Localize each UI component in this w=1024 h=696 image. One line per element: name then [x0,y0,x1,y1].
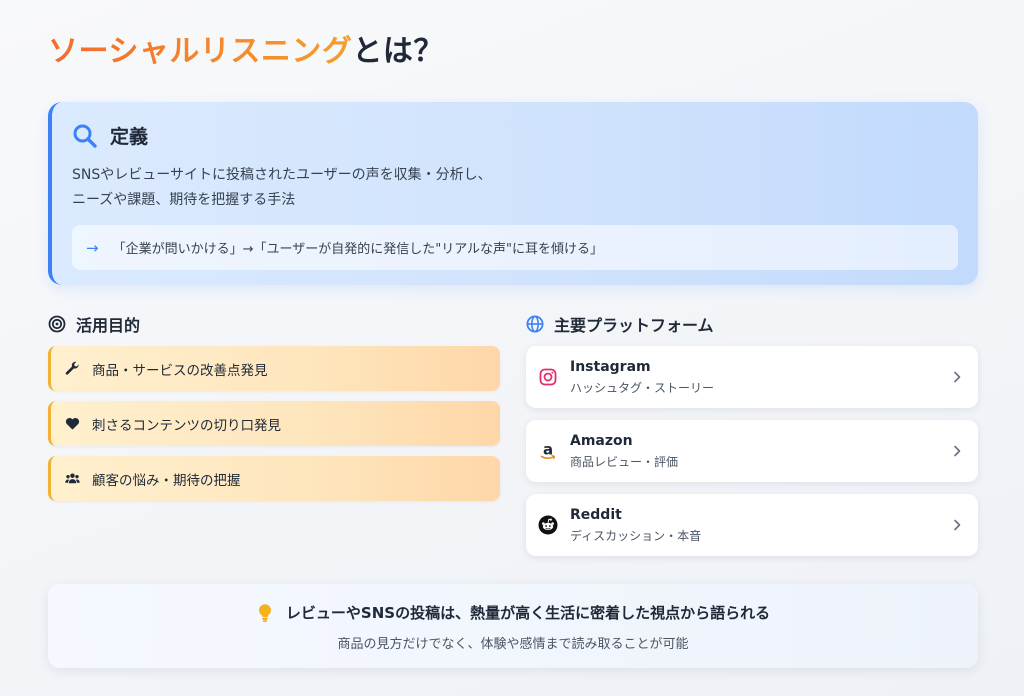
arrow-right-icon: → [86,238,99,257]
definition-body-line-1: SNSやレビューサイトに投稿されたユーザーの声を収集・分析し、 [72,167,492,183]
purpose-item-content: 刺さるコンテンツの切り口発見 [48,401,500,446]
instagram-icon [539,368,557,386]
platform-desc: ハッシュタグ・ストーリー [570,380,715,395]
insight-headline-row: レビューやSNSの投稿は、熱量が高く生活に密着した視点から語られる [48,602,978,623]
platform-desc: ディスカッション・本音 [570,528,702,543]
platforms-heading-row: 主要プラットフォーム [526,312,714,336]
definition-body-line-2: ニーズや課題、期待を把握する手法 [72,192,296,208]
globe-icon [526,315,544,333]
search-icon [73,124,97,148]
definition-card: 定義 SNSやレビューサイトに投稿されたユーザーの声を収集・分析し、 ニーズや課… [48,102,978,285]
insight-sub: 商品の見方だけでなく、体験や感情まで読み取ることが可能 [337,637,689,652]
platform-card-reddit[interactable]: Reddit ディスカッション・本音 [526,494,978,556]
platform-card-instagram[interactable]: Instagram ハッシュタグ・ストーリー [526,346,978,408]
platform-card-amazon[interactable]: a Amazon 商品レビュー・評価 [526,420,978,482]
wrench-icon [65,361,79,375]
definition-heading: 定義 [110,126,149,148]
amazon-icon: a [540,441,556,460]
users-icon [65,473,80,484]
purpose-item-improvement: 商品・サービスの改善点発見 [48,346,500,391]
platforms-heading: 主要プラットフォーム [554,316,714,335]
platform-name: Amazon [570,432,633,449]
heart-icon [65,417,80,430]
definition-header: 定義 [72,122,958,149]
chevron-right-icon [954,519,961,531]
page-title-accent: ソーシャルリスニング [48,34,353,69]
chevron-right-icon [954,445,961,457]
platform-desc: 商品レビュー・評価 [570,454,679,469]
target-icon [48,315,66,333]
purpose-heading: 活用目的 [76,316,141,335]
platform-name: Reddit [570,506,622,523]
platform-text: Instagram ハッシュタグ・ストーリー [570,359,950,396]
purpose-item-label: 顧客の悩み・期待の把握 [92,472,241,489]
purpose-heading-row: 活用目的 [48,312,140,336]
purpose-item-label: 商品・サービスの改善点発見 [92,362,268,379]
insight-card: レビューやSNSの投稿は、熱量が高く生活に密着した視点から語られる 商品の見方だ… [48,584,978,668]
definition-note: → 「企業が問いかける」→「ユーザーが自発的に発信した"リアルな声"に耳を傾ける… [72,225,958,270]
platform-text: Reddit ディスカッション・本音 [570,507,950,544]
page-title: ソーシャルリスニングとは？ [48,26,444,70]
lightbulb-icon [258,603,271,622]
chevron-right-icon [954,371,961,383]
insight-headline: レビューやSNSの投稿は、熱量が高く生活に密着した視点から語られる [285,604,771,622]
svg-text:a: a [543,441,553,459]
definition-body: SNSやレビューサイトに投稿されたユーザーの声を収集・分析し、 ニーズや課題、期… [72,163,958,213]
purpose-item-customer: 顧客の悩み・期待の把握 [48,456,500,501]
definition-note-text: 「企業が問いかける」→「ユーザーが自発的に発信した"リアルな声"に耳を傾ける」 [112,242,604,257]
reddit-icon [538,515,558,535]
page-title-rest: とは？ [352,34,444,69]
purpose-item-label: 刺さるコンテンツの切り口発見 [92,417,281,434]
platform-name: Instagram [570,358,651,375]
platform-text: Amazon 商品レビュー・評価 [570,433,950,470]
